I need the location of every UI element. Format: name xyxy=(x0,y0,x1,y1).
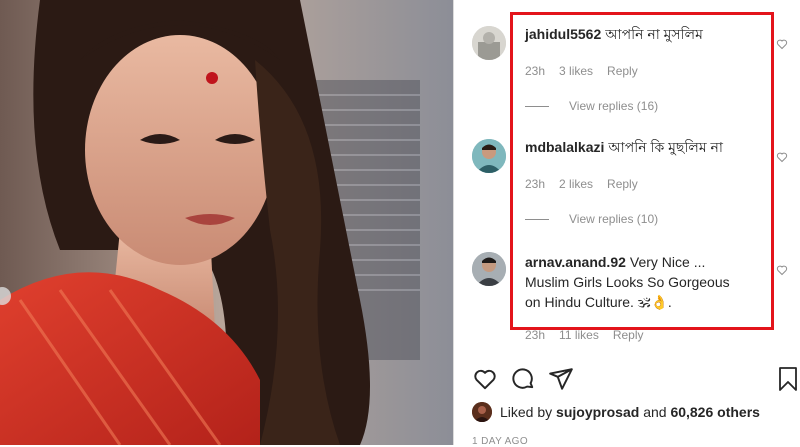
bookmark-icon[interactable] xyxy=(776,366,800,392)
avatar[interactable] xyxy=(472,139,506,173)
likes-row: Liked by sujoyprosad and 60,826 others xyxy=(472,402,760,422)
avatar[interactable] xyxy=(472,252,506,286)
comment-likes[interactable]: 11 likes xyxy=(559,328,599,342)
post-timestamp: 1 DAY AGO xyxy=(472,436,529,447)
comment-time: 23h xyxy=(525,328,546,342)
share-icon[interactable] xyxy=(548,366,574,392)
heart-icon[interactable] xyxy=(472,366,498,392)
heart-icon[interactable] xyxy=(776,151,788,163)
action-bar xyxy=(472,366,574,392)
comment-icon[interactable] xyxy=(510,366,536,392)
avatar[interactable] xyxy=(472,26,506,60)
likes-count[interactable]: 60,826 others xyxy=(670,404,760,420)
heart-icon[interactable] xyxy=(776,38,788,50)
likes-prefix: Liked by xyxy=(500,404,553,420)
liker-avatar[interactable] xyxy=(472,402,492,422)
comment-meta: 23h 11 likes Reply xyxy=(525,328,658,342)
heart-icon[interactable] xyxy=(776,264,788,276)
likes-and: and xyxy=(643,404,667,420)
liker-username[interactable]: sujoyprosad xyxy=(556,404,639,420)
reply-button[interactable]: Reply xyxy=(613,328,644,342)
highlight-box xyxy=(510,12,774,330)
post-photo xyxy=(0,0,453,445)
